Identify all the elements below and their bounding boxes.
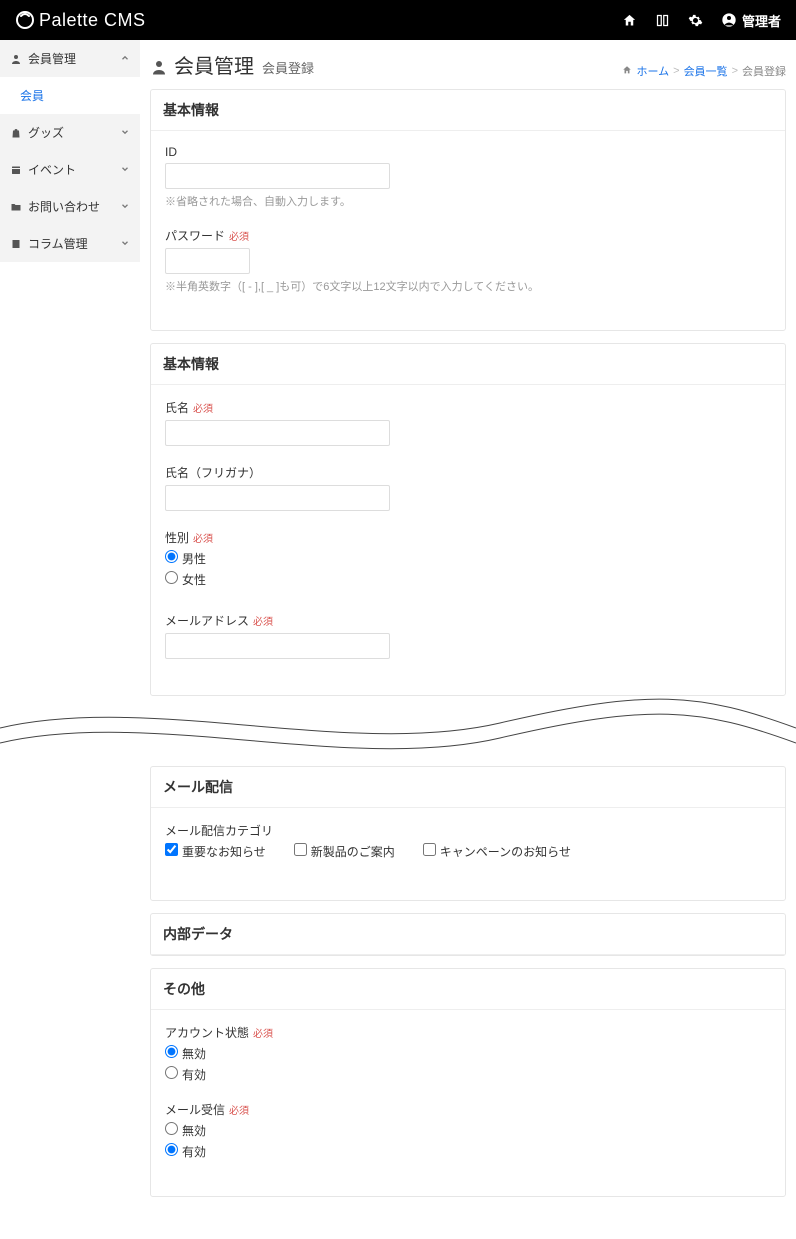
gender-label: 性別必須 bbox=[165, 529, 771, 546]
card-other: その他 アカウント状態必須 無効 有効 メール受信必須 無 bbox=[150, 968, 786, 1197]
breadcrumb-list[interactable]: 会員一覧 bbox=[684, 63, 728, 79]
gender-male-radio[interactable] bbox=[165, 550, 178, 563]
password-input[interactable] bbox=[165, 248, 250, 274]
card-internal: 内部データ bbox=[150, 913, 786, 956]
mail-recv-label: メール受信必須 bbox=[165, 1101, 771, 1118]
kana-label: 氏名（フリガナ） bbox=[165, 464, 771, 481]
email-label: メールアドレス必須 bbox=[165, 612, 771, 629]
mail-opt1[interactable]: 重要なお知らせ bbox=[165, 843, 266, 860]
card-title: 内部データ bbox=[151, 914, 785, 955]
name-input[interactable] bbox=[165, 420, 390, 446]
admin-label: 管理者 bbox=[742, 11, 781, 30]
id-input[interactable] bbox=[165, 163, 390, 189]
brand[interactable]: Palette CMS bbox=[15, 10, 146, 31]
main-content: 会員管理 会員登録 ホーム > 会員一覧 > 会員登録 基本情報 ID ※省略さ… bbox=[140, 40, 796, 1239]
sidebar-item-label: コラム管理 bbox=[28, 235, 88, 252]
status-enabled-option[interactable]: 有効 bbox=[165, 1066, 757, 1083]
sidebar-subitem-label: 会員 bbox=[20, 89, 44, 103]
user-icon bbox=[150, 58, 168, 79]
email-input[interactable] bbox=[165, 633, 390, 659]
page-title: 会員管理 bbox=[174, 50, 254, 79]
card-basic2: 基本情報 氏名必須 氏名（フリガナ） 性別必須 男 bbox=[150, 343, 786, 696]
required-tag: 必須 bbox=[229, 232, 249, 243]
sidebar-item-column[interactable]: コラム管理 bbox=[0, 225, 140, 262]
mailrecv-disabled-option[interactable]: 無効 bbox=[165, 1122, 757, 1139]
user-icon bbox=[10, 53, 22, 65]
required-tag: 必須 bbox=[229, 1106, 249, 1117]
home-icon[interactable] bbox=[622, 13, 637, 28]
status-disabled-option[interactable]: 無効 bbox=[165, 1045, 757, 1062]
password-help: ※半角英数字（[ - ],[ _ ]も可）で6文字以上12文字以内で入力してくだ… bbox=[165, 278, 771, 294]
mail-opt2-checkbox[interactable] bbox=[294, 843, 307, 856]
sidebar: 会員管理 会員 グッズ イベント お問い合わせ bbox=[0, 40, 140, 1239]
topbar: Palette CMS 管理者 bbox=[0, 0, 796, 40]
required-tag: 必須 bbox=[253, 1029, 273, 1040]
mail-category-label: メール配信カテゴリ bbox=[165, 822, 771, 839]
name-label: 氏名必須 bbox=[165, 399, 771, 416]
sidebar-item-goods[interactable]: グッズ bbox=[0, 114, 140, 151]
breadcrumb: ホーム > 会員一覧 > 会員登録 bbox=[622, 63, 786, 79]
library-icon[interactable] bbox=[655, 13, 670, 28]
brand-logo-icon bbox=[15, 10, 35, 30]
card-basic1: 基本情報 ID ※省略された場合、自動入力します。 パスワード必須 ※半角英数字… bbox=[150, 89, 786, 331]
required-tag: 必須 bbox=[193, 404, 213, 415]
home-icon bbox=[622, 65, 632, 78]
sidebar-item-label: イベント bbox=[28, 161, 76, 178]
mail-opt2[interactable]: 新製品のご案内 bbox=[294, 843, 395, 860]
status-disabled-radio[interactable] bbox=[165, 1045, 178, 1058]
breadcrumb-home[interactable]: ホーム bbox=[636, 63, 669, 79]
sidebar-item-inquiry[interactable]: お問い合わせ bbox=[0, 188, 140, 225]
brand-label: Palette CMS bbox=[39, 10, 146, 31]
sidebar-item-label: 会員管理 bbox=[28, 50, 76, 67]
required-tag: 必須 bbox=[253, 617, 273, 628]
bag-icon bbox=[10, 127, 22, 139]
gender-male-option[interactable]: 男性 bbox=[165, 550, 757, 567]
page-subtitle: 会員登録 bbox=[262, 58, 314, 77]
user-circle-icon bbox=[721, 12, 737, 28]
sidebar-item-label: お問い合わせ bbox=[28, 198, 100, 215]
card-title: 基本情報 bbox=[151, 90, 785, 131]
chevron-down-icon bbox=[120, 163, 130, 177]
status-enabled-radio[interactable] bbox=[165, 1066, 178, 1079]
mailrecv-disabled-radio[interactable] bbox=[165, 1122, 178, 1135]
card-title: 基本情報 bbox=[151, 344, 785, 385]
doc-icon bbox=[10, 238, 22, 250]
gender-female-option[interactable]: 女性 bbox=[165, 571, 757, 588]
folder-icon bbox=[10, 201, 22, 213]
chevron-down-icon bbox=[120, 237, 130, 251]
required-tag: 必須 bbox=[193, 534, 213, 545]
sidebar-item-members[interactable]: 会員管理 bbox=[0, 40, 140, 77]
mail-opt3[interactable]: キャンペーンのお知らせ bbox=[423, 843, 571, 860]
sidebar-item-label: グッズ bbox=[28, 124, 64, 141]
mail-opt3-checkbox[interactable] bbox=[423, 843, 436, 856]
sidebar-item-events[interactable]: イベント bbox=[0, 151, 140, 188]
kana-input[interactable] bbox=[165, 485, 390, 511]
admin-menu[interactable]: 管理者 bbox=[721, 11, 781, 30]
chevron-up-icon bbox=[120, 52, 130, 66]
mailrecv-enabled-option[interactable]: 有効 bbox=[165, 1143, 757, 1160]
breadcrumb-current: 会員登録 bbox=[742, 63, 786, 79]
account-status-label: アカウント状態必須 bbox=[165, 1024, 771, 1041]
card-title: その他 bbox=[151, 969, 785, 1010]
card-mail: メール配信 メール配信カテゴリ 重要なお知らせ 新製品のご案内 キャンペーンのお… bbox=[150, 766, 786, 901]
mailrecv-enabled-radio[interactable] bbox=[165, 1143, 178, 1156]
chevron-down-icon bbox=[120, 200, 130, 214]
calendar-icon bbox=[10, 164, 22, 176]
id-label: ID bbox=[165, 145, 771, 159]
password-label: パスワード必須 bbox=[165, 227, 771, 244]
gender-female-radio[interactable] bbox=[165, 571, 178, 584]
sidebar-subitem-members-list[interactable]: 会員 bbox=[0, 77, 140, 114]
id-help: ※省略された場合、自動入力します。 bbox=[165, 193, 771, 209]
mail-opt1-checkbox[interactable] bbox=[165, 843, 178, 856]
card-title: メール配信 bbox=[151, 767, 785, 808]
gear-icon[interactable] bbox=[688, 13, 703, 28]
chevron-down-icon bbox=[120, 126, 130, 140]
